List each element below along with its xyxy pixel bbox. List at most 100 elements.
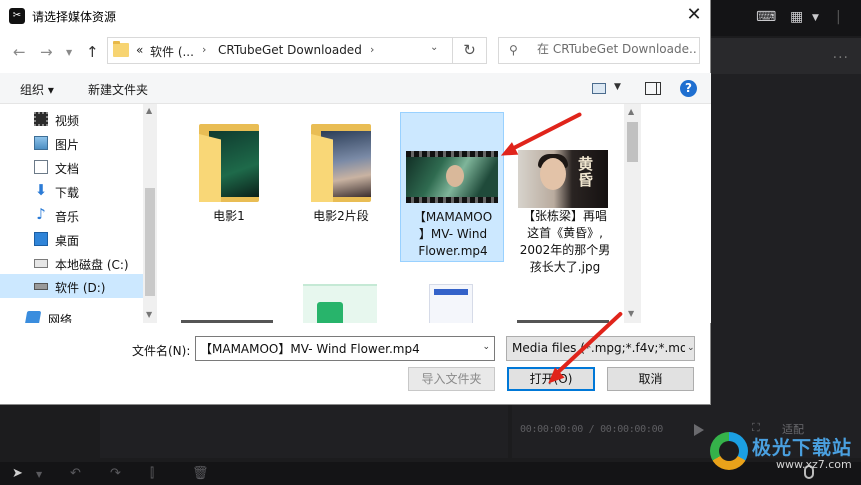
thumbnail-text: 黄昏	[578, 155, 594, 189]
preview-pane-icon[interactable]	[645, 82, 661, 95]
file-list: 电影1 电影2片段 【MAMAMOO 】MV- Wind Flower.mp4 …	[157, 104, 624, 323]
delete-icon[interactable]: 🗑	[192, 466, 209, 481]
filename-combobox[interactable]: ⌄	[195, 336, 495, 361]
audio-file-icon	[317, 302, 343, 323]
file-name-line: 孩长大了.jpg	[529, 260, 601, 274]
search-box[interactable]: ⚲	[498, 37, 700, 64]
nav-item-pictures[interactable]: 图片	[0, 131, 143, 155]
layout-icon[interactable]: ▦	[790, 9, 803, 25]
close-button[interactable]: ✕	[681, 4, 707, 28]
file-item-folder-movie1[interactable]: 电影1	[177, 112, 281, 232]
video-folder-icon	[34, 112, 48, 126]
recent-chevron-icon[interactable]: ▼	[66, 48, 72, 57]
redo-icon[interactable]: ↷	[110, 466, 121, 481]
folder-icon	[311, 124, 371, 202]
nav-item-network[interactable]: 网络	[0, 306, 143, 323]
nav-item-label: 本地磁盘 (C:)	[55, 258, 129, 272]
new-folder-button[interactable]: 新建文件夹	[88, 81, 148, 98]
file-item-partial[interactable]	[303, 284, 377, 323]
nav-item-label: 软件 (D:)	[55, 281, 106, 295]
file-item-video-selected[interactable]: 【MAMAMOO 】MV- Wind Flower.mp4	[400, 112, 504, 262]
keyboard-icon[interactable]: ⌨	[756, 9, 776, 25]
file-item-partial[interactable]	[517, 320, 609, 323]
file-item-folder-movie2-clips[interactable]: 电影2片段	[289, 112, 393, 232]
more-options-icon[interactable]: ...	[833, 46, 849, 62]
forward-arrow-icon[interactable]: →	[40, 43, 53, 61]
documents-folder-icon	[34, 160, 48, 174]
search-input[interactable]	[537, 42, 697, 56]
back-arrow-icon[interactable]: ←	[13, 43, 26, 61]
music-folder-icon: ♪	[36, 205, 46, 223]
nav-item-drive-d[interactable]: 软件 (D:)	[0, 274, 143, 298]
nav-item-label: 下载	[55, 186, 80, 200]
chevron-down-icon[interactable]: ▼	[36, 470, 42, 479]
scroll-down-icon[interactable]: ▼	[628, 309, 634, 318]
scrollbar-thumb[interactable]	[627, 122, 638, 162]
watermark-name: 极光下载站	[752, 437, 853, 459]
preview-pane	[641, 104, 711, 323]
drive-d-icon	[34, 283, 48, 290]
nav-item-drive-c[interactable]: 本地磁盘 (C:)	[0, 251, 143, 275]
capcut-app-icon: ✂	[9, 8, 25, 24]
breadcrumb-separator[interactable]: ›	[202, 43, 206, 56]
nav-item-music[interactable]: ♪ 音乐	[0, 203, 143, 227]
breadcrumb-folder[interactable]: CRTubeGet Downloaded	[218, 43, 362, 57]
dialog-titlebar: ✂ 请选择媒体资源 ✕	[0, 0, 711, 32]
file-type-value: Media files (*.mpg;*.f4v;*.mo	[512, 341, 688, 355]
file-name-line: 】MV- Wind	[418, 227, 488, 241]
breadcrumb-drive[interactable]: 软件 (...	[150, 43, 194, 60]
navigation-pane: 视频 图片 文档 ⬇ 下载 ♪ 音乐 桌面 本地磁盘 (C:) 软件 (D:)	[0, 104, 157, 323]
nav-item-downloads[interactable]: ⬇ 下载	[0, 179, 143, 203]
scrollbar-thumb[interactable]	[145, 188, 155, 296]
address-bar[interactable]: « 软件 (... › CRTubeGet Downloaded › ⌄	[107, 37, 487, 64]
scroll-up-icon[interactable]: ▲	[146, 106, 152, 115]
file-name-line: 【MAMAMOO	[413, 210, 493, 224]
refresh-icon[interactable]: ↻	[452, 37, 486, 64]
nav-item-label: 音乐	[55, 210, 80, 224]
play-icon[interactable]	[694, 424, 704, 436]
chevron-down-icon[interactable]: ▼	[812, 13, 819, 23]
filename-input[interactable]	[200, 341, 470, 355]
file-item-partial[interactable]	[429, 284, 473, 323]
view-options-chevron-icon[interactable]: ▼	[614, 82, 621, 92]
nav-item-label: 图片	[55, 138, 80, 152]
nav-item-videos[interactable]: 视频	[0, 107, 143, 131]
dialog-toolbar: 组织 ▾ 新建文件夹 ▼ ?	[0, 73, 711, 104]
change-view-icon[interactable]	[592, 83, 606, 94]
nav-item-documents[interactable]: 文档	[0, 155, 143, 179]
file-list-scrollbar[interactable]: ▲ ▼	[624, 104, 641, 323]
image-thumbnail: 黄昏	[518, 150, 608, 208]
timecode: 00:00:00:00 / 00:00:00:00	[520, 424, 664, 435]
file-name: 电影2片段	[313, 209, 369, 223]
breadcrumb-overflow[interactable]: «	[136, 43, 143, 57]
address-dropdown-icon[interactable]: ⌄	[430, 42, 438, 53]
chevron-down-icon[interactable]: ⌄	[482, 342, 490, 352]
select-cursor-icon[interactable]: ➤	[12, 466, 23, 481]
up-arrow-icon[interactable]: ↑	[86, 43, 99, 61]
nav-item-desktop[interactable]: 桌面	[0, 227, 143, 251]
search-icon: ⚲	[509, 43, 518, 57]
network-icon	[24, 311, 42, 323]
nav-item-label: 文档	[55, 162, 80, 176]
file-type-select[interactable]: Media files (*.mpg;*.f4v;*.mo ⌄	[506, 336, 695, 361]
drive-c-icon	[34, 259, 48, 268]
import-folder-button[interactable]: 导入文件夹	[408, 367, 495, 391]
nav-item-label: 桌面	[55, 234, 80, 248]
chevron-down-icon[interactable]: ⌄	[685, 343, 694, 353]
downloads-folder-icon: ⬇	[34, 181, 48, 199]
folder-icon	[113, 41, 129, 57]
breadcrumb-separator[interactable]: ›	[370, 43, 374, 56]
cancel-button[interactable]: 取消	[607, 367, 694, 391]
folder-icon	[199, 124, 259, 202]
nav-scrollbar[interactable]: ▲ ▼	[143, 104, 157, 323]
organize-button[interactable]: 组织 ▾	[20, 81, 54, 98]
pictures-folder-icon	[34, 136, 48, 150]
undo-icon[interactable]: ↶	[70, 466, 81, 481]
help-icon[interactable]: ?	[680, 80, 697, 97]
scroll-down-icon[interactable]: ▼	[146, 310, 152, 319]
split-icon[interactable]: ⫿	[150, 466, 154, 481]
file-open-dialog: ✂ 请选择媒体资源 ✕ ← → ▼ ↑ « 软件 (... › CRTubeGe…	[0, 0, 711, 405]
desktop-folder-icon	[34, 232, 48, 246]
scroll-up-icon[interactable]: ▲	[628, 107, 634, 116]
file-item-partial[interactable]	[181, 320, 273, 323]
